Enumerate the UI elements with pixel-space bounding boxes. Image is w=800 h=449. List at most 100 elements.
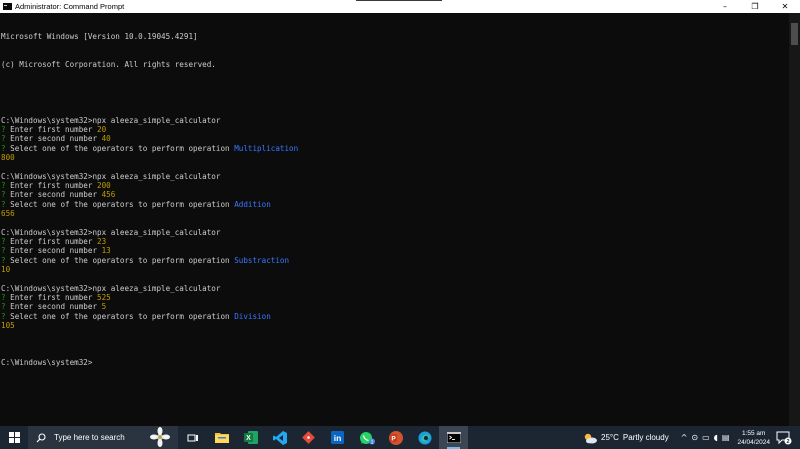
- clock-date: 24/04/2024: [737, 438, 770, 446]
- command-line: C:\Windows\system32>npx aleeza_simple_ca…: [1, 116, 789, 125]
- whatsapp-badge: 1: [370, 439, 373, 445]
- second-number-value: 40: [101, 134, 111, 144]
- weather-temperature[interactable]: 25°C: [601, 433, 619, 442]
- close-button[interactable]: ✕: [770, 0, 800, 13]
- first-number-value: 20: [97, 124, 107, 134]
- second-number-line: ? Enter second number 40: [1, 134, 789, 143]
- window-title: Administrator: Command Prompt: [15, 2, 125, 11]
- operator-line: ? Select one of the operators to perform…: [1, 312, 789, 321]
- console-output[interactable]: Microsoft Windows [Version 10.0.19045.42…: [0, 13, 789, 426]
- powerpoint-icon: P: [388, 430, 403, 445]
- question-mark: ?: [1, 255, 6, 265]
- taskbar-excel[interactable]: X: [236, 426, 265, 449]
- volume-icon[interactable]: ◖: [714, 433, 718, 442]
- taskbar-git[interactable]: [294, 426, 323, 449]
- maximize-button[interactable]: ❐: [740, 0, 770, 13]
- search-highlight-icon: [150, 427, 170, 447]
- notifications-icon[interactable]: 2: [776, 431, 792, 445]
- command: npx aleeza_simple_calculator: [92, 283, 221, 293]
- operator-choice: Multiplication: [234, 143, 299, 153]
- first-number-value: 23: [97, 236, 107, 246]
- excel-icon: X: [243, 431, 258, 444]
- operator-line: ? Select one of the operators to perform…: [1, 256, 789, 265]
- second-number-line: ? Enter second number 13: [1, 246, 789, 255]
- search-icon: [36, 432, 46, 442]
- question-mark: ?: [1, 180, 6, 190]
- start-button[interactable]: [0, 426, 28, 449]
- whatsapp-icon: 1: [359, 431, 375, 445]
- taskbar-file-explorer[interactable]: [207, 426, 236, 449]
- first-number-line: ? Enter first number 525: [1, 293, 789, 302]
- system-tray: 25°C Partly cloudy ^ ⊙ ▭ ◖ ▤ 1:55 am 24/…: [582, 426, 800, 449]
- second-number-prompt: Enter second number: [10, 190, 98, 200]
- result-line: 105: [1, 320, 15, 330]
- title-bar-accent: [356, 0, 442, 1]
- network-icon[interactable]: ▭: [702, 433, 710, 442]
- console-header-line: (c) Microsoft Corporation. All rights re…: [1, 59, 216, 69]
- calculator-run: C:\Windows\system32>npx aleeza_simple_ca…: [1, 228, 789, 284]
- first-number-prompt: Enter first number: [10, 180, 93, 190]
- operator-choice: Division: [234, 311, 271, 321]
- question-mark: ?: [1, 124, 6, 134]
- chevron-up-icon[interactable]: ^: [681, 433, 688, 442]
- command: npx aleeza_simple_calculator: [92, 171, 221, 181]
- weather-condition[interactable]: Partly cloudy: [623, 433, 669, 442]
- question-mark: ?: [1, 311, 6, 321]
- scrollbar-thumb[interactable]: [791, 23, 798, 45]
- search-placeholder: Type here to search: [54, 433, 125, 442]
- command: npx aleeza_simple_calculator: [92, 115, 221, 125]
- taskbar-linkedin[interactable]: in: [323, 426, 352, 449]
- clock[interactable]: 1:55 am 24/04/2024: [737, 429, 770, 447]
- first-number-line: ? Enter first number 200: [1, 181, 789, 190]
- command-line: C:\Windows\system32>npx aleeza_simple_ca…: [1, 172, 789, 181]
- minimize-button[interactable]: –: [710, 0, 740, 13]
- operator-prompt: Select one of the operators to perform o…: [10, 255, 230, 265]
- first-number-prompt: Enter first number: [10, 124, 93, 134]
- first-number-prompt: Enter first number: [10, 236, 93, 246]
- title-bar[interactable]: Administrator: Command Prompt – ❐ ✕: [0, 0, 800, 13]
- second-number-prompt: Enter second number: [10, 134, 98, 144]
- question-mark: ?: [1, 292, 6, 302]
- taskbar-edge[interactable]: [410, 426, 439, 449]
- command: npx aleeza_simple_calculator: [92, 227, 221, 237]
- first-number-prompt: Enter first number: [10, 292, 93, 302]
- taskbar-vscode[interactable]: [265, 426, 294, 449]
- prompt: C:\Windows\system32>: [1, 283, 93, 293]
- notification-count: 2: [786, 439, 789, 445]
- second-number-value: 13: [101, 246, 111, 256]
- command-line: C:\Windows\system32>npx aleeza_simple_ca…: [1, 284, 789, 293]
- result-line: 800: [1, 152, 15, 162]
- question-mark: ?: [1, 236, 6, 246]
- console-header-line: Microsoft Windows [Version 10.0.19045.42…: [1, 31, 198, 41]
- device-icon[interactable]: ⊙: [691, 433, 698, 442]
- taskbar-powerpoint[interactable]: P: [381, 426, 410, 449]
- prompt: C:\Windows\system32>: [1, 227, 93, 237]
- question-mark: ?: [1, 143, 6, 153]
- taskbar-whatsapp[interactable]: 1: [352, 426, 381, 449]
- taskbar-task-view[interactable]: [178, 426, 207, 449]
- language-icon[interactable]: ▤: [722, 433, 730, 442]
- command-line: C:\Windows\system32>npx aleeza_simple_ca…: [1, 228, 789, 237]
- question-mark: ?: [1, 199, 6, 209]
- operator-prompt: Select one of the operators to perform o…: [10, 311, 230, 321]
- question-mark: ?: [1, 246, 6, 256]
- vscode-icon: [272, 430, 287, 445]
- partly-cloudy-icon: [584, 433, 598, 443]
- calculator-runs: C:\Windows\system32>npx aleeza_simple_ca…: [1, 116, 789, 340]
- operator-choice: Addition: [234, 199, 271, 209]
- command-prompt-window: Administrator: Command Prompt – ❐ ✕ Micr…: [0, 0, 800, 426]
- question-mark: ?: [1, 302, 6, 312]
- second-number-line: ? Enter second number 5: [1, 302, 789, 311]
- taskbar-search-box[interactable]: Type here to search: [28, 426, 178, 449]
- windows-logo-icon: [8, 432, 20, 443]
- linkedin-icon: in: [331, 431, 344, 444]
- taskbar-command-prompt[interactable]: [439, 426, 468, 449]
- folder-icon: [214, 433, 229, 443]
- vertical-scrollbar[interactable]: [789, 13, 800, 426]
- active-prompt-line[interactable]: C:\Windows\system32>: [1, 358, 789, 367]
- first-number-line: ? Enter first number 20: [1, 125, 789, 134]
